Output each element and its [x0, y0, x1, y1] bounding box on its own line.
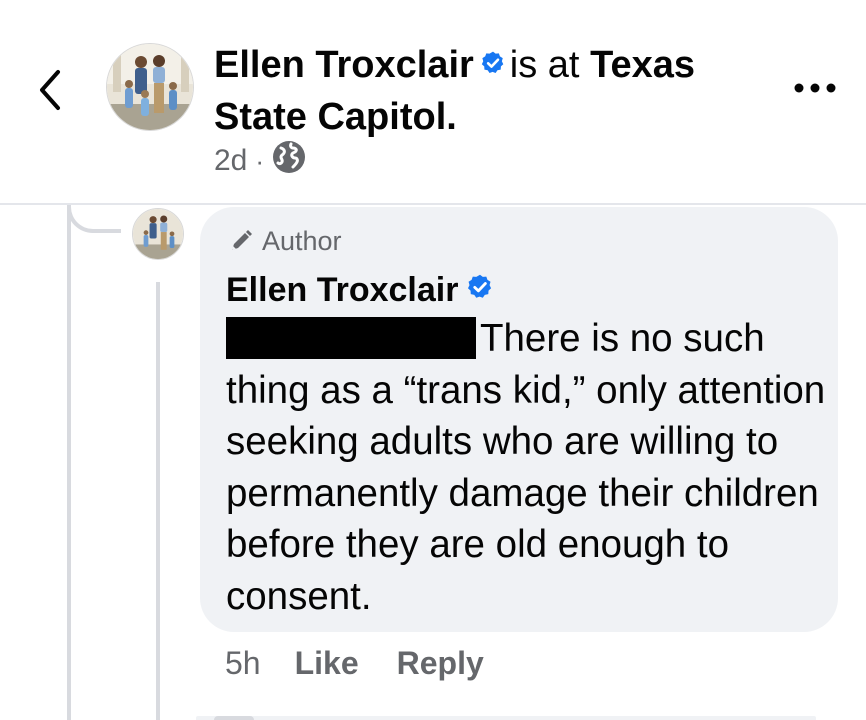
back-button[interactable]: [30, 62, 74, 118]
next-comment-stub: [196, 716, 816, 720]
thread-line-connector: [67, 205, 121, 233]
comment-bubble: Author Ellen Troxclair There is no such …: [200, 207, 838, 632]
comment-actions: 5h Like Reply: [225, 640, 484, 686]
comment-text-line1: There is no such: [480, 317, 765, 360]
author-badge: Author: [228, 225, 812, 257]
verified-badge-icon: [480, 39, 506, 89]
author-avatar[interactable]: [106, 43, 194, 131]
comment-author-avatar[interactable]: [132, 208, 184, 260]
reply-button[interactable]: Reply: [397, 645, 484, 682]
redaction-block: [226, 317, 476, 359]
comment-author-name[interactable]: Ellen Troxclair: [226, 269, 458, 311]
more-options-button[interactable]: [785, 66, 845, 106]
comment-author: Ellen Troxclair: [226, 269, 812, 311]
post-header: Ellen Troxclair is at Texas State Capitol.…: [0, 0, 866, 202]
more-horizontal-icon: [794, 83, 836, 93]
next-comment-avatar-stub: [214, 716, 254, 720]
checkin-text: is at: [509, 44, 580, 86]
thread-line-inner: [156, 282, 160, 720]
comment-text-rest: thing as a “trans kid,” only attention s…: [226, 368, 826, 618]
chevron-left-icon: [40, 70, 60, 110]
header-divider: [0, 203, 866, 205]
place-link-line2[interactable]: State Capitol.: [214, 96, 457, 138]
comment-text: There is no such thing as a “trans kid,”…: [226, 313, 826, 622]
comment-timestamp[interactable]: 5h: [225, 645, 261, 682]
post-meta: 2d ·: [214, 140, 306, 182]
post-header-text: Ellen Troxclair is at Texas State Capitol.: [214, 40, 754, 142]
pencil-icon: [232, 230, 252, 250]
like-button[interactable]: Like: [295, 645, 359, 682]
meta-separator: ·: [255, 145, 265, 176]
place-link-line1[interactable]: Texas: [590, 44, 695, 86]
author-name-link[interactable]: Ellen Troxclair: [214, 44, 474, 86]
thread-line-outer: [67, 205, 71, 720]
author-badge-label: Author: [262, 225, 342, 256]
verified-badge-icon: [466, 269, 494, 311]
globe-icon[interactable]: [272, 140, 306, 182]
post-timestamp[interactable]: 2d: [214, 144, 247, 178]
